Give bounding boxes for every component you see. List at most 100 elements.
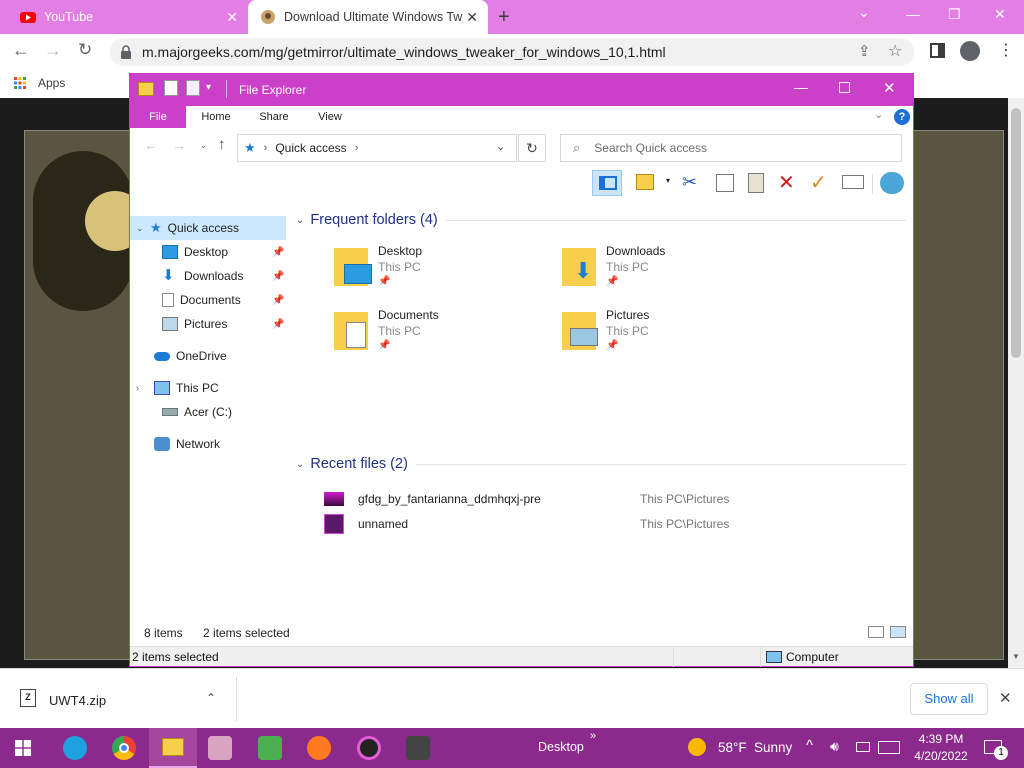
side-panel-icon[interactable] bbox=[930, 43, 945, 58]
rename-checkmark-icon[interactable]: ✓ bbox=[810, 170, 827, 195]
folder-documents[interactable]: Documents This PC 📌 bbox=[332, 308, 552, 364]
nav-forward-icon[interactable]: → bbox=[172, 137, 186, 153]
show-all-button[interactable]: Show all bbox=[910, 683, 988, 715]
profile-avatar-icon[interactable] bbox=[960, 41, 980, 61]
nav-acer-drive[interactable]: Acer (C:) bbox=[130, 400, 290, 424]
tab-file[interactable]: File bbox=[130, 106, 186, 128]
collapse-chevron-icon[interactable]: ⌄ bbox=[296, 459, 304, 470]
expand-chevron-icon[interactable]: › bbox=[136, 383, 154, 393]
tab-view[interactable]: View bbox=[306, 106, 354, 128]
download-filename[interactable]: UWT4.zip bbox=[49, 693, 106, 708]
refresh-icon[interactable]: ↻ bbox=[518, 134, 546, 162]
collapse-chevron-icon[interactable]: ⌄ bbox=[296, 215, 304, 226]
utility-app-icon[interactable] bbox=[258, 736, 282, 760]
tab-home[interactable]: Home bbox=[192, 106, 240, 128]
sun-weather-icon[interactable] bbox=[688, 738, 706, 756]
tab-youtube[interactable]: YouTube ✕ bbox=[0, 0, 248, 34]
expand-ribbon-icon[interactable]: ⌄ bbox=[874, 108, 883, 121]
menu-kebab-icon[interactable]: ⋮ bbox=[998, 40, 1014, 60]
close-window-icon[interactable]: ✕ bbox=[994, 6, 1006, 23]
nav-network[interactable]: Network bbox=[130, 432, 290, 456]
customize-qat-icon[interactable]: ▾ bbox=[206, 82, 211, 93]
keyboard-icon[interactable] bbox=[878, 741, 900, 754]
tab-share[interactable]: Share bbox=[250, 106, 298, 128]
cut-icon[interactable]: ✂ bbox=[682, 172, 697, 193]
copy-icon[interactable] bbox=[716, 174, 734, 192]
bookmark-star-icon[interactable]: ☆ bbox=[888, 41, 902, 61]
properties-icon[interactable] bbox=[842, 175, 864, 189]
navigation-pane-icon[interactable] bbox=[592, 170, 622, 196]
folder-downloads[interactable]: ⬇ Downloads This PC 📌 bbox=[560, 244, 780, 300]
toolbar-overflow-icon[interactable]: » bbox=[590, 730, 596, 742]
close-tab-icon[interactable]: ✕ bbox=[226, 9, 238, 26]
frequent-folders-header[interactable]: ⌄ Frequent folders (4) bbox=[296, 212, 906, 228]
volume-icon[interactable]: 🔊︎ bbox=[830, 738, 839, 755]
explorer-close-icon[interactable]: ✕ bbox=[883, 79, 896, 97]
new-folder-icon[interactable] bbox=[636, 174, 654, 190]
reload-icon[interactable]: ↻ bbox=[78, 40, 92, 60]
address-bar[interactable]: m.majorgeeks.com/mg/getmirror/ultimate_w… bbox=[110, 38, 914, 66]
chrome-browser-icon[interactable] bbox=[112, 736, 136, 760]
nav-quick-access[interactable]: ⌄ ★ Quick access bbox=[130, 216, 286, 240]
new-item-dropdown-icon[interactable]: ▾ bbox=[666, 176, 670, 185]
address-dropdown-icon[interactable]: ⌄ bbox=[496, 140, 505, 153]
explorer-address-bar[interactable]: ★ › Quick access › ⌄ bbox=[237, 134, 517, 162]
clock-date[interactable]: 4/20/2022 bbox=[912, 749, 970, 763]
recent-file-row[interactable]: unnamed This PC\Pictures bbox=[324, 513, 884, 535]
page-scrollbar[interactable]: ▼ bbox=[1008, 98, 1024, 668]
details-view-icon[interactable] bbox=[868, 626, 884, 638]
windows-start-icon[interactable] bbox=[15, 740, 31, 756]
delete-icon[interactable]: ✕ bbox=[778, 170, 795, 195]
up-folder-icon[interactable]: ↑ bbox=[218, 136, 226, 153]
edge-browser-icon[interactable] bbox=[63, 736, 87, 760]
apps-bookmark[interactable]: Apps bbox=[14, 76, 65, 90]
weather-description[interactable]: Sunny bbox=[754, 740, 792, 755]
explorer-minimize-icon[interactable]: — bbox=[794, 79, 808, 95]
folder-pictures[interactable]: Pictures This PC 📌 bbox=[560, 308, 780, 364]
help-icon[interactable]: ? bbox=[894, 109, 910, 125]
nav-downloads[interactable]: ⬇ Downloads 📌 bbox=[130, 264, 290, 288]
recent-file-row[interactable]: gfdg_by_fantarianna_ddmhqxj-pre This PC\… bbox=[324, 488, 884, 510]
properties-quick-icon[interactable] bbox=[164, 80, 178, 96]
scrollbar-thumb[interactable] bbox=[1011, 108, 1021, 358]
share-icon[interactable]: ⇪ bbox=[858, 42, 871, 60]
nav-pictures[interactable]: Pictures 📌 bbox=[130, 312, 290, 336]
folder-desktop[interactable]: Desktop This PC 📌 bbox=[332, 244, 552, 300]
scroll-down-icon[interactable]: ▼ bbox=[1012, 652, 1020, 661]
explorer-search-box[interactable]: ⌕ Search Quick access bbox=[560, 134, 902, 162]
clock-time[interactable]: 4:39 PM bbox=[914, 732, 968, 746]
close-download-shelf-icon[interactable]: ✕ bbox=[999, 689, 1012, 707]
forward-icon[interactable]: → bbox=[44, 40, 62, 61]
explorer-maximize-icon[interactable] bbox=[839, 82, 850, 93]
internet-options-icon[interactable] bbox=[880, 172, 904, 194]
tab-search-icon[interactable]: ⌄ bbox=[858, 4, 870, 21]
browser-toolbar: ← → ↻ m.majorgeeks.com/mg/getmirror/ulti… bbox=[0, 34, 1024, 70]
media-app-icon[interactable] bbox=[357, 736, 381, 760]
tab-majorgeeks[interactable]: Download Ultimate Windows Tw ✕ bbox=[248, 0, 488, 34]
recent-locations-icon[interactable]: ⌄ bbox=[200, 141, 207, 150]
nav-this-pc[interactable]: › This PC bbox=[130, 376, 290, 400]
new-tab-button[interactable]: + bbox=[498, 6, 510, 29]
nav-desktop[interactable]: Desktop 📌 bbox=[130, 240, 290, 264]
back-icon[interactable]: ← bbox=[12, 40, 30, 61]
clapperboard-video-icon[interactable] bbox=[406, 736, 430, 760]
paint-app-icon[interactable] bbox=[208, 736, 232, 760]
desktop-toolbar-label[interactable]: Desktop bbox=[538, 740, 584, 754]
download-menu-chevron-icon[interactable]: ⌃ bbox=[206, 691, 216, 705]
nav-back-icon[interactable]: ← bbox=[144, 137, 158, 153]
collapse-chevron-icon[interactable]: ⌄ bbox=[136, 223, 150, 234]
network-status-icon[interactable] bbox=[856, 742, 870, 752]
nav-onedrive[interactable]: OneDrive bbox=[130, 344, 290, 368]
file-explorer-taskbar-button[interactable] bbox=[149, 728, 197, 768]
new-folder-quick-icon[interactable] bbox=[186, 80, 200, 96]
paste-icon[interactable] bbox=[748, 173, 764, 193]
recent-files-header[interactable]: ⌄ Recent files (2) bbox=[296, 456, 906, 472]
restore-icon[interactable]: ❐ bbox=[948, 6, 961, 23]
weather-temperature[interactable]: 58°F bbox=[718, 740, 747, 755]
minimize-icon[interactable]: — bbox=[906, 6, 920, 22]
firefox-browser-icon[interactable] bbox=[307, 736, 331, 760]
large-icons-view-icon[interactable] bbox=[890, 626, 906, 638]
show-hidden-icons-chevron-icon[interactable]: ^ bbox=[806, 737, 813, 754]
nav-documents[interactable]: Documents 📌 bbox=[130, 288, 290, 312]
close-tab-icon[interactable]: ✕ bbox=[466, 9, 478, 26]
